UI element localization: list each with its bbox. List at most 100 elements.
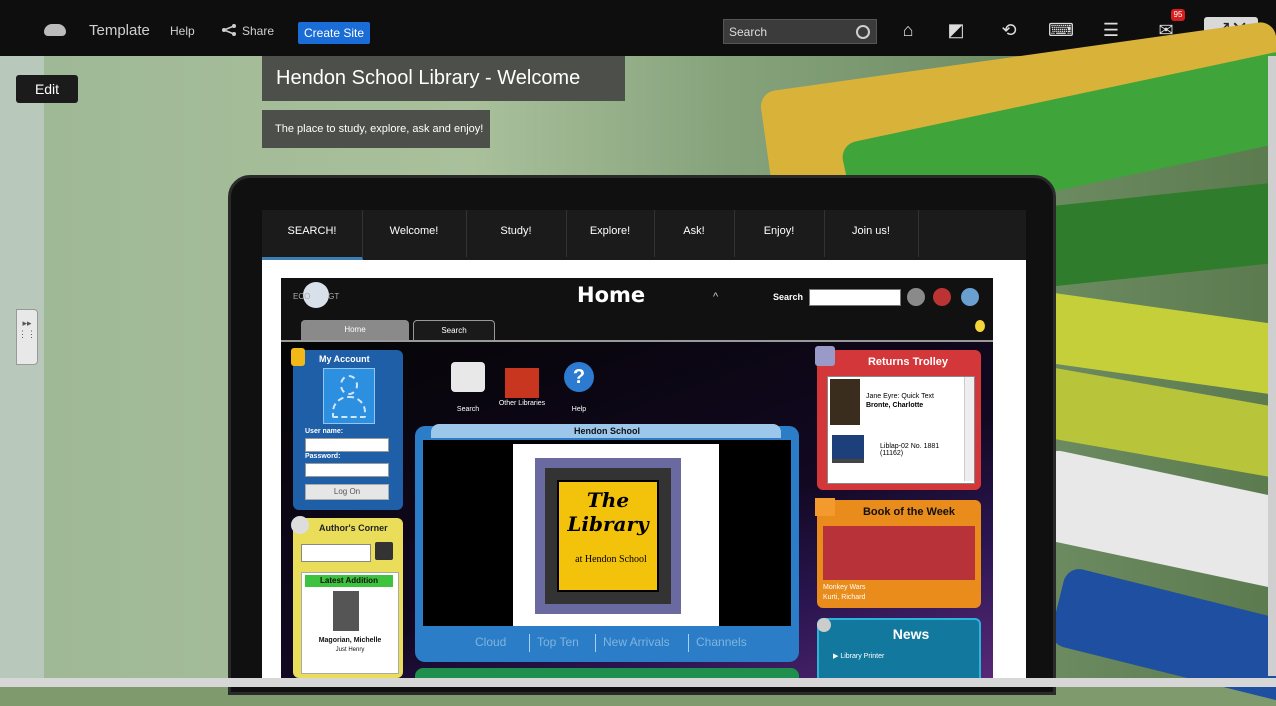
sync-icon[interactable]: ⟲ <box>998 19 1020 41</box>
my-account-panel: My Account User name: Password: Log On <box>291 348 403 510</box>
other-libraries-icon[interactable] <box>505 368 539 398</box>
page-title: Home <box>577 283 646 307</box>
help-icon-label[interactable]: Help <box>554 406 604 413</box>
share-menu[interactable]: Share <box>242 24 274 38</box>
nav-search[interactable]: SEARCH! <box>262 210 363 260</box>
news-item[interactable]: ▶ Library Printer <box>833 652 884 660</box>
site-subtitle: The place to study, explore, ask and enj… <box>262 110 490 148</box>
avatar-head <box>340 375 358 395</box>
nav-welcome[interactable]: Welcome! <box>362 210 467 257</box>
film-reel-icon <box>291 516 309 534</box>
returns-item-author[interactable]: Bronte, Charlotte <box>866 402 923 409</box>
site-title: Hendon School Library - Welcome <box>262 56 625 101</box>
home-icon[interactable]: ⌂ <box>897 19 919 41</box>
returns-trolley-panel: Returns Trolley Jane Eyre: Quick Text Br… <box>815 346 981 490</box>
avatar-body <box>332 396 366 418</box>
share-icon[interactable] <box>221 24 237 36</box>
keyboard-icon[interactable]: ⌨ <box>1048 19 1074 41</box>
link-separator <box>529 634 530 652</box>
search-books-icon[interactable] <box>451 362 485 392</box>
link-separator <box>595 634 596 652</box>
page-scrollbar[interactable] <box>1268 56 1276 676</box>
search-icon-label[interactable]: Search <box>443 406 493 413</box>
latest-addition[interactable]: Latest Addition Magorian, Michelle Just … <box>301 572 399 674</box>
sign-library: Library <box>567 512 649 536</box>
library-app: ECO GT Home Search Home Search My Accoun… <box>281 278 993 687</box>
returns-trolley-title: Returns Trolley <box>867 356 949 368</box>
flash-icon[interactable]: ◩ <box>945 19 967 41</box>
news-item-text[interactable]: Library Printer <box>840 653 884 660</box>
username-field[interactable] <box>305 438 389 452</box>
side-panel-toggle[interactable]: ▸▸ ⋮⋮ <box>16 309 38 365</box>
help-menu[interactable]: Help <box>170 24 195 38</box>
book-cover[interactable] <box>830 379 860 425</box>
book-of-week-title-text[interactable]: Monkey Wars <box>823 584 866 591</box>
edit-button[interactable]: Edit <box>16 75 78 103</box>
book-of-week-author[interactable]: Kurti, Richard <box>823 594 865 601</box>
author-search-input[interactable] <box>301 544 371 562</box>
password-field[interactable] <box>305 463 389 477</box>
username-label: User name: <box>305 428 344 435</box>
settings-gear-icon[interactable] <box>961 288 979 306</box>
nav-study[interactable]: Study! <box>466 210 567 257</box>
password-label: Password: <box>305 453 341 460</box>
returns-item-title[interactable]: Jane Eyre: Quick Text <box>866 393 934 400</box>
app-logo-icon[interactable] <box>44 24 66 36</box>
book-cover[interactable] <box>333 591 359 631</box>
notification-badge: 95 <box>1171 9 1185 21</box>
news-panel: News ▶ Library Printer <box>817 618 981 687</box>
other-libraries-label[interactable]: Other Libraries <box>497 400 547 407</box>
tab-search[interactable]: Search <box>413 320 495 342</box>
panel-display: The Library at Hendon School <box>423 440 791 626</box>
search-icon[interactable] <box>856 25 870 39</box>
nav-enjoy[interactable]: Enjoy! <box>734 210 825 257</box>
link-top-ten[interactable]: Top Ten <box>537 635 579 649</box>
tab-home[interactable]: Home <box>301 320 409 340</box>
logon-button[interactable]: Log On <box>305 484 389 500</box>
latest-author: Magorian, Michelle <box>318 637 382 644</box>
book-of-week-cover[interactable] <box>823 526 975 580</box>
nav-ask[interactable]: Ask! <box>654 210 735 257</box>
app-scroll-up[interactable]: ^ <box>713 291 718 303</box>
create-site-button[interactable]: Create Site <box>298 22 370 44</box>
latest-book: Just Henry <box>335 647 365 653</box>
book-of-the-week-panel: Book of the Week Monkey Wars Kurti, Rich… <box>815 498 981 608</box>
link-separator <box>688 634 689 652</box>
tab-home-label: Home <box>344 325 366 334</box>
list-icon[interactable]: ☰ <box>1100 19 1122 41</box>
nav-join[interactable]: Join us! <box>824 210 919 257</box>
sign-the: The <box>586 488 630 512</box>
latest-addition-title: Latest Addition <box>305 575 393 587</box>
library-search-label: Search <box>773 292 804 302</box>
returns-list[interactable]: Jane Eyre: Quick Text Bronte, Charlotte … <box>827 376 975 484</box>
image-sign: The Library at Hendon School <box>557 480 659 592</box>
site-nav: SEARCH! Welcome! Study! Explore! Ask! En… <box>262 210 1026 260</box>
left-margin <box>0 56 44 687</box>
laptop-item-icon[interactable] <box>832 435 864 463</box>
book-of-the-week-title: Book of the Week <box>862 506 956 518</box>
panel-links: Cloud Top Ten New Arrivals Channels <box>415 632 799 654</box>
returns-item-laptop[interactable]: Liblap-02 No. 1881 (11162) <box>880 443 960 457</box>
authors-corner-panel: Author's Corner Latest Addition Magorian… <box>291 516 403 678</box>
search-placeholder: Search <box>729 25 768 39</box>
template-menu[interactable]: Template <box>89 22 150 39</box>
nav-explore[interactable]: Explore! <box>566 210 655 257</box>
binoculars-icon[interactable] <box>907 288 925 306</box>
lightbulb-icon[interactable] <box>975 320 985 332</box>
avatar <box>323 368 375 424</box>
library-logo: ECO GT <box>293 292 340 301</box>
my-account-title: My Account <box>319 354 370 364</box>
link-channels[interactable]: Channels <box>696 635 747 649</box>
help-icon[interactable]: ? <box>564 362 594 392</box>
lock-icon <box>291 348 305 366</box>
clapperboard-icon[interactable] <box>375 542 393 560</box>
library-search-input[interactable] <box>809 289 901 306</box>
alert-icon[interactable] <box>933 288 951 306</box>
link-cloud[interactable]: Cloud <box>475 635 506 649</box>
panel-title: Hendon School <box>574 426 640 436</box>
library-image: The Library at Hendon School <box>513 444 719 626</box>
link-new-arrivals[interactable]: New Arrivals <box>603 635 670 649</box>
status-bar <box>0 678 1276 687</box>
returns-scrollbar[interactable] <box>964 377 974 481</box>
global-search-input[interactable]: Search <box>723 19 877 44</box>
